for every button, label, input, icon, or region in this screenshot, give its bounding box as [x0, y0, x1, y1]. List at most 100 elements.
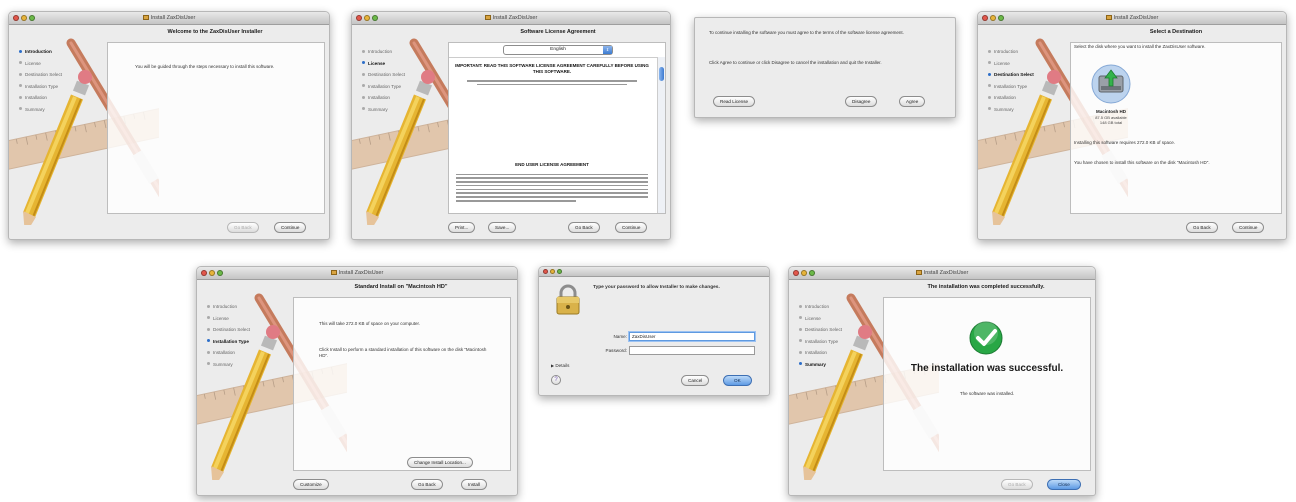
password-field[interactable]	[629, 346, 755, 355]
step-introduction: Introduction	[19, 46, 62, 58]
minimize-window-button[interactable]	[801, 270, 807, 276]
step-summary: Summary	[362, 104, 405, 116]
title-bar: Install ZaxDisUser	[789, 267, 1095, 280]
zoom-window-button[interactable]	[809, 270, 815, 276]
read-license-button[interactable]: Read License	[713, 96, 756, 107]
disk-macintosh-hd[interactable]: Macintosh HD 87.5 GB available 148 GB to…	[1082, 64, 1140, 125]
close-button[interactable]: Close	[1047, 479, 1081, 490]
step-license: License	[207, 313, 250, 325]
disagree-button[interactable]: Disagree	[845, 96, 878, 107]
step-introduction: Introduction	[988, 46, 1034, 58]
step-destination-select: Destination Select	[362, 69, 405, 81]
cancel-button[interactable]: Cancel	[681, 375, 710, 386]
step-installation: Installation	[362, 92, 405, 104]
title-bar: Install ZaxDisUser	[197, 267, 517, 280]
language-select[interactable]: English ⇕	[503, 45, 613, 55]
agree-instructions: To continue installing the software you …	[709, 30, 904, 35]
installer-window-introduction: Install ZaxDisUser Welcome to the ZaxDis…	[8, 11, 330, 240]
go-back-button[interactable]: Go Back	[411, 479, 443, 490]
close-window-button[interactable]	[543, 269, 548, 274]
space-required-text: Installing this software requires 272.0 …	[1074, 140, 1176, 145]
step-destination-select: Destination Select	[988, 69, 1034, 81]
package-icon	[484, 14, 491, 20]
continue-button[interactable]: Continue	[615, 222, 648, 233]
installer-steps-list: Introduction License Destination Select …	[207, 301, 250, 370]
license-heading: IMPORTANT: READ THIS SOFTWARE LICENSE AG…	[455, 63, 649, 74]
go-back-button[interactable]: Go Back	[227, 222, 259, 233]
title-bar: Install ZaxDisUser	[352, 12, 670, 25]
step-destination-select: Destination Select	[799, 324, 842, 336]
zoom-window-button[interactable]	[29, 15, 35, 21]
save-button[interactable]: Save...	[488, 222, 517, 233]
step-installation-type: Installation Type	[988, 81, 1034, 93]
minimize-window-button[interactable]	[550, 269, 555, 274]
installer-steps-list: Introduction License Destination Select …	[362, 46, 405, 115]
close-window-button[interactable]	[982, 15, 988, 21]
minimize-window-button[interactable]	[21, 15, 27, 21]
zoom-window-button[interactable]	[372, 15, 378, 21]
agree-button[interactable]: Agree	[899, 96, 926, 107]
details-disclosure[interactable]: ▶ Details	[551, 363, 569, 368]
scrollbar-thumb[interactable]	[659, 67, 664, 81]
installer-window-summary: Install ZaxDisUser The installation was …	[788, 266, 1096, 496]
eula-body-text	[453, 173, 651, 202]
title-bar	[539, 267, 769, 277]
zoom-window-button[interactable]	[998, 15, 1004, 21]
success-checkmark-icon	[969, 321, 1003, 355]
window-controls	[982, 15, 1004, 21]
print-button[interactable]: Print...	[448, 222, 476, 233]
agree-explanation: Click Agree to continue or click Disagre…	[709, 60, 882, 65]
license-text-pane[interactable]: English ⇕ IMPORTANT: READ THIS SOFTWARE …	[448, 42, 666, 214]
license-agree-sheet: To continue installing the software you …	[694, 17, 956, 118]
details-label: Details	[555, 363, 570, 368]
installed-message: The software was installed.	[959, 391, 1015, 396]
close-window-button[interactable]	[201, 270, 207, 276]
help-icon[interactable]: ?	[551, 375, 561, 385]
go-back-button[interactable]: Go Back	[1186, 222, 1218, 233]
install-instructions: Click Install to perform a standard inst…	[319, 347, 487, 359]
install-button[interactable]: Install	[461, 479, 488, 490]
title-bar: Install ZaxDisUser	[978, 12, 1286, 25]
step-installation: Installation	[207, 347, 250, 359]
step-installation: Installation	[19, 92, 62, 104]
step-introduction: Introduction	[799, 301, 842, 313]
step-license: License	[988, 58, 1034, 70]
step-summary: Summary	[988, 104, 1034, 116]
minimize-window-button[interactable]	[209, 270, 215, 276]
step-summary: Summary	[207, 359, 250, 371]
license-scrollbar[interactable]	[657, 57, 665, 213]
close-window-button[interactable]	[356, 15, 362, 21]
step-installation-type: Installation Type	[19, 81, 62, 93]
package-icon	[142, 14, 149, 20]
window-title: Install ZaxDisUser	[923, 270, 969, 276]
close-window-button[interactable]	[793, 270, 799, 276]
installer-window-installation-type: Install ZaxDisUser Standard Install on "…	[196, 266, 518, 496]
continue-button[interactable]: Continue	[274, 222, 307, 233]
success-message: The installation was successful.	[910, 363, 1064, 374]
installer-window-license: Install ZaxDisUser Software License Agre…	[351, 11, 671, 240]
eula-heading: END USER LICENSE AGREEMENT	[515, 162, 589, 167]
intro-text: You will be guided through the steps nec…	[135, 64, 275, 69]
installer-window-destination: Install ZaxDisUser Select a Destination …	[977, 11, 1287, 240]
chevron-updown-icon: ⇕	[603, 46, 612, 54]
zoom-window-button[interactable]	[217, 270, 223, 276]
window-controls	[201, 270, 223, 276]
auth-prompt: Type your password to allow Installer to…	[593, 285, 720, 290]
minimize-window-button[interactable]	[364, 15, 370, 21]
go-back-button[interactable]: Go Back	[568, 222, 600, 233]
go-back-button[interactable]: Go Back	[1001, 479, 1033, 490]
window-controls	[793, 270, 815, 276]
ok-button[interactable]: OK	[723, 375, 752, 386]
customize-button[interactable]: Customize	[293, 479, 329, 490]
close-window-button[interactable]	[13, 15, 19, 21]
continue-button[interactable]: Continue	[1232, 222, 1265, 233]
package-icon	[915, 269, 922, 275]
chosen-disk-text: You have chosen to install this software…	[1074, 160, 1210, 165]
package-icon	[1105, 14, 1112, 20]
change-install-location-button[interactable]: Change Install Location...	[407, 457, 473, 468]
name-field[interactable]: ZaxDisUser	[629, 332, 755, 341]
zoom-window-button[interactable]	[557, 269, 562, 274]
minimize-window-button[interactable]	[990, 15, 996, 21]
disclosure-triangle-icon: ▶	[551, 363, 555, 368]
step-destination-select: Destination Select	[19, 69, 62, 81]
